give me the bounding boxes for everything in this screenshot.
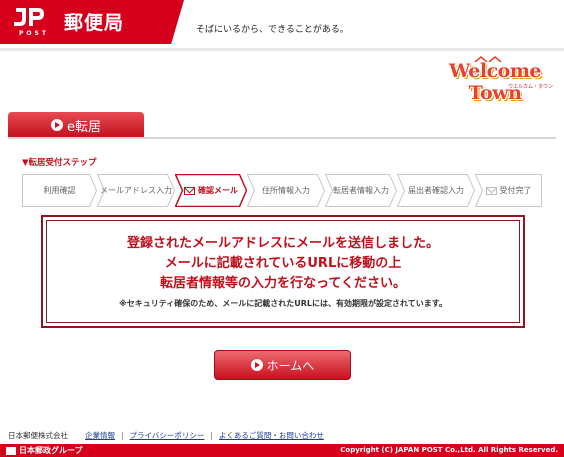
- step-7: 受付完了: [475, 174, 542, 207]
- footer-link-privacy-policy[interactable]: プライバシーポリシー: [130, 430, 205, 441]
- footer-bar: 日本郵政グループ Copyright (C) JAPAN POST Co.,Lt…: [0, 444, 564, 457]
- steps-title: ▼転居受付ステップ: [22, 158, 97, 168]
- tab-e-tenkyo-label: e転居: [67, 119, 101, 135]
- step-4: 住所情報入力: [247, 174, 325, 207]
- message-line-2: メールに記載されているURLに移動の上: [164, 256, 402, 271]
- security-note: ※セキュリティ確保のため、メールに記載されたURLには、有効期限が設定されていま…: [118, 299, 447, 308]
- footer-links: 日本郵便株式会社 企業情報 | プライバシーポリシー | よくあるご質問・お問い…: [8, 430, 324, 441]
- japan-post-group-logo[interactable]: 日本郵政グループ: [6, 445, 83, 456]
- footer-separator: |: [121, 431, 124, 440]
- japan-post-logo[interactable]: POST 郵便局: [0, 0, 184, 44]
- step-label: 受付完了: [499, 186, 532, 195]
- step-6: 届出者確認入力: [397, 174, 475, 207]
- tab-e-tenkyo[interactable]: e転居: [8, 112, 144, 138]
- mail-icon: [184, 186, 195, 195]
- welcome-town-logo[interactable]: Welcome Town ウエルカム・タウン: [433, 56, 557, 104]
- step-1: 利用確認: [22, 174, 97, 207]
- tab-underline: [8, 137, 556, 139]
- step-progress-bar: 利用確認 メールアドレス入力 確認メール 住所情報入力 転居者情報入力 届出者確認入力 受付…: [22, 174, 542, 207]
- welcome-town-subtitle: ウエルカム・タウン: [508, 84, 553, 90]
- home-button[interactable]: ホームへ: [214, 350, 351, 380]
- mail-icon: [485, 186, 497, 195]
- jp-post-mark-icon: [14, 8, 44, 26]
- play-circle-icon: [250, 359, 263, 371]
- header: POST 郵便局 そばにいるから、できることがある。: [0, 0, 564, 51]
- company-name: 日本郵便株式会社: [8, 431, 68, 440]
- footer-link-faq-contact[interactable]: よくあるご質問・お問い合わせ: [219, 430, 324, 441]
- step-2: メールアドレス入力: [97, 174, 175, 207]
- footer-link-corporate-info[interactable]: 企業情報: [85, 430, 115, 441]
- jp-post-label: POST: [19, 30, 49, 37]
- message-inner: 登録されたメールアドレスにメールを送信しました。 メールに記載されているURLに…: [46, 220, 520, 323]
- step-label: 届出者確認入力: [408, 186, 464, 195]
- footer-separator: |: [210, 431, 213, 440]
- step-label: 転居者情報入力: [333, 186, 389, 195]
- message-box: 登録されたメールアドレスにメールを送信しました。 メールに記載されているURLに…: [41, 215, 525, 328]
- group-logo-label: 日本郵政グループ: [19, 446, 83, 455]
- brand-name: 郵便局: [64, 12, 125, 34]
- jp-group-mark-icon: [6, 446, 16, 455]
- message-line-3: 転居者情報等の入力を行なってください。: [160, 276, 406, 291]
- step-5: 転居者情報入力: [325, 174, 397, 207]
- tagline: そばにいるから、できることがある。: [196, 25, 349, 35]
- step-3: 確認メール: [175, 174, 247, 207]
- step-label: 利用確認: [43, 186, 76, 195]
- play-circle-icon: [51, 119, 63, 131]
- copyright: Copyright (C) JAPAN POST Co.,Ltd. All Ri…: [340, 446, 558, 454]
- step-label: 確認メール: [198, 186, 238, 195]
- message-line-1: 登録されたメールアドレスにメールを送信しました。: [126, 236, 439, 251]
- header-divider: [0, 48, 564, 51]
- step-label: メールアドレス入力: [100, 186, 172, 195]
- step-label: 住所情報入力: [262, 186, 310, 195]
- home-button-label: ホームへ: [266, 358, 315, 373]
- welcome-town-title: Welcome Town: [448, 60, 542, 104]
